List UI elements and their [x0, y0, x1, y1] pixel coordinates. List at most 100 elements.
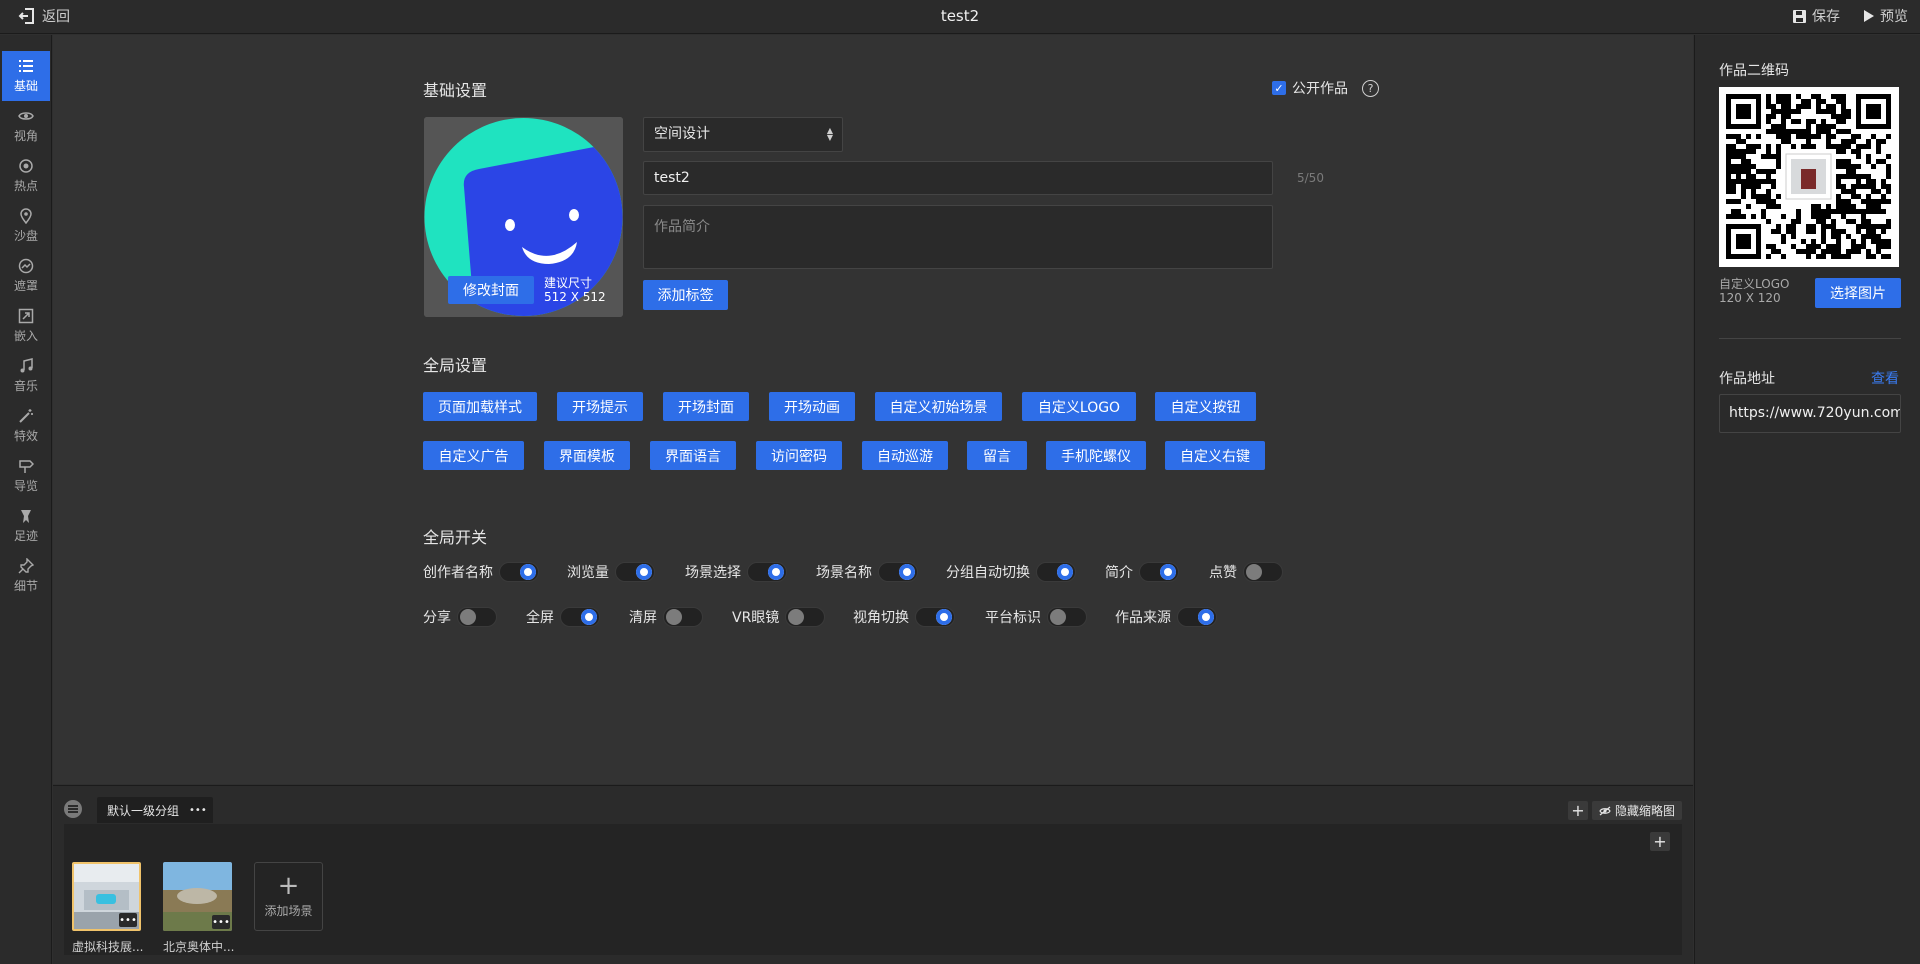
- music-icon: [20, 358, 33, 373]
- toggle[interactable]: [785, 607, 826, 627]
- view-link[interactable]: 查看: [1871, 368, 1899, 388]
- switch-vr-glasses[interactable]: VR眼镜: [732, 607, 826, 627]
- group-list-icon[interactable]: [64, 800, 82, 818]
- ui-language-button[interactable]: 界面语言: [650, 441, 736, 470]
- toggle[interactable]: [499, 562, 539, 582]
- toggle[interactable]: [1177, 607, 1217, 627]
- nav-item-effects[interactable]: 特效: [2, 401, 50, 451]
- switch-scene-select[interactable]: 场景选择: [685, 562, 787, 582]
- group-tab[interactable]: 默认一级分组 •••: [97, 797, 213, 823]
- top-bar: 返回 test2 保存 预览: [0, 0, 1920, 34]
- nav-item-sandbox[interactable]: 沙盘: [2, 201, 50, 251]
- qr-code-image: [1726, 94, 1891, 259]
- switch-like[interactable]: 点赞: [1209, 562, 1283, 582]
- intro-textarea[interactable]: 作品简介: [643, 205, 1273, 269]
- toggle[interactable]: [1243, 562, 1283, 582]
- hide-thumbnails-label: 隐藏缩略图: [1614, 804, 1675, 818]
- switch-share[interactable]: 分享: [423, 607, 497, 627]
- logo-size-hint: 自定义LOGO 120 X 120: [1719, 277, 1789, 305]
- opening-cover-button[interactable]: 开场封面: [663, 392, 749, 421]
- toggle[interactable]: [1139, 562, 1179, 582]
- gyroscope-button[interactable]: 手机陀螺仪: [1046, 441, 1146, 470]
- public-toggle[interactable]: ✓ 公开作品 ?: [1272, 78, 1379, 98]
- switch-view-switch[interactable]: 视角切换: [853, 607, 955, 627]
- nav-item-footprint[interactable]: 足迹: [2, 501, 50, 551]
- page-loading-style-button[interactable]: 页面加载样式: [423, 392, 537, 421]
- toggle[interactable]: [747, 562, 787, 582]
- signpost-icon: [19, 460, 34, 473]
- scene-more-icon[interactable]: •••: [212, 915, 230, 929]
- custom-logo-button[interactable]: 自定义LOGO: [1022, 392, 1136, 421]
- add-scene-button[interactable]: + 添加场景: [254, 862, 323, 931]
- nav-item-guide[interactable]: 导览: [2, 451, 50, 501]
- switch-fullscreen[interactable]: 全屏: [526, 607, 600, 627]
- toggle[interactable]: [878, 562, 918, 582]
- toggle[interactable]: [1036, 562, 1076, 582]
- more-icon[interactable]: •••: [189, 805, 207, 816]
- switch-scene-name[interactable]: 场景名称: [816, 562, 918, 582]
- switch-label: 点赞: [1209, 565, 1237, 581]
- scene-more-icon[interactable]: •••: [119, 913, 137, 927]
- add-subgroup-button[interactable]: +: [1650, 832, 1670, 851]
- nav-item-detail[interactable]: 细节: [2, 551, 50, 601]
- hide-thumbnails-button[interactable]: 隐藏缩略图: [1592, 801, 1682, 820]
- custom-ad-button[interactable]: 自定义广告: [423, 441, 524, 470]
- nav-item-music[interactable]: 音乐: [2, 351, 50, 401]
- select-arrows-icon: ▲ ▼: [826, 126, 833, 142]
- embed-icon: [18, 308, 34, 324]
- scene-thumbnail[interactable]: •••: [163, 862, 232, 931]
- preview-button[interactable]: 预览: [1862, 6, 1908, 26]
- help-icon[interactable]: ?: [1362, 79, 1379, 97]
- switch-label: 创作者名称: [423, 565, 493, 581]
- auto-tour-button[interactable]: 自动巡游: [862, 441, 948, 470]
- public-checkbox[interactable]: ✓: [1272, 81, 1286, 95]
- scene-thumbnail[interactable]: •••: [72, 862, 141, 931]
- ui-template-button[interactable]: 界面模板: [544, 441, 630, 470]
- nav-item-basic[interactable]: 基础: [2, 51, 50, 101]
- change-cover-button[interactable]: 修改封面: [448, 276, 534, 304]
- public-label: 公开作品: [1292, 81, 1348, 97]
- switch-views[interactable]: 浏览量: [567, 562, 655, 582]
- toggle[interactable]: [560, 607, 600, 627]
- choose-image-button[interactable]: 选择图片: [1815, 278, 1901, 308]
- plus-icon: +: [1571, 801, 1585, 820]
- add-tag-button[interactable]: 添加标签: [643, 280, 728, 310]
- qr-code: [1719, 87, 1899, 267]
- nav-item-view[interactable]: 视角: [2, 101, 50, 151]
- global-switches-title: 全局开关: [423, 528, 488, 547]
- switch-label: 分组自动切换: [946, 565, 1030, 581]
- toggle[interactable]: [1047, 607, 1087, 627]
- message-button[interactable]: 留言: [967, 441, 1027, 470]
- toggle[interactable]: [915, 607, 955, 627]
- nav-item-embed[interactable]: 嵌入: [2, 301, 50, 351]
- toggle[interactable]: [457, 607, 497, 627]
- nav-item-hotspot[interactable]: 热点: [2, 151, 50, 201]
- custom-right-click-button[interactable]: 自定义右键: [1165, 441, 1265, 470]
- work-name-input[interactable]: test2: [643, 161, 1273, 195]
- cover-image: 修改封面 建议尺寸 512 X 512: [424, 117, 623, 317]
- add-group-button[interactable]: +: [1568, 801, 1588, 820]
- switch-platform-mark[interactable]: 平台标识: [985, 607, 1087, 627]
- switch-group-auto[interactable]: 分组自动切换: [946, 562, 1076, 582]
- opening-tip-button[interactable]: 开场提示: [557, 392, 643, 421]
- access-password-button[interactable]: 访问密码: [756, 441, 842, 470]
- toggle[interactable]: [663, 607, 703, 627]
- qr-title: 作品二维码: [1719, 63, 1789, 79]
- url-field[interactable]: https://www.720yun.com: [1719, 394, 1901, 433]
- save-button[interactable]: 保存: [1792, 6, 1840, 26]
- custom-initial-scene-button[interactable]: 自定义初始场景: [875, 392, 1002, 421]
- custom-button-button[interactable]: 自定义按钮: [1155, 392, 1256, 421]
- toggle[interactable]: [615, 562, 655, 582]
- switch-clear-screen[interactable]: 清屏: [629, 607, 703, 627]
- switch-work-source[interactable]: 作品来源: [1115, 607, 1217, 627]
- nav-label: 特效: [13, 429, 38, 443]
- category-value: 空间设计: [654, 126, 710, 142]
- logo-hint-line1: 自定义LOGO: [1719, 277, 1790, 291]
- nav-item-mask[interactable]: 遮罩: [2, 251, 50, 301]
- category-select[interactable]: 空间设计 ▲ ▼: [643, 117, 843, 152]
- name-counter: 5/50: [1297, 171, 1324, 185]
- opening-animation-button[interactable]: 开场动画: [769, 392, 855, 421]
- switch-label: 平台标识: [985, 610, 1041, 626]
- switch-creator-name[interactable]: 创作者名称: [423, 562, 539, 582]
- switch-intro[interactable]: 简介: [1105, 562, 1179, 582]
